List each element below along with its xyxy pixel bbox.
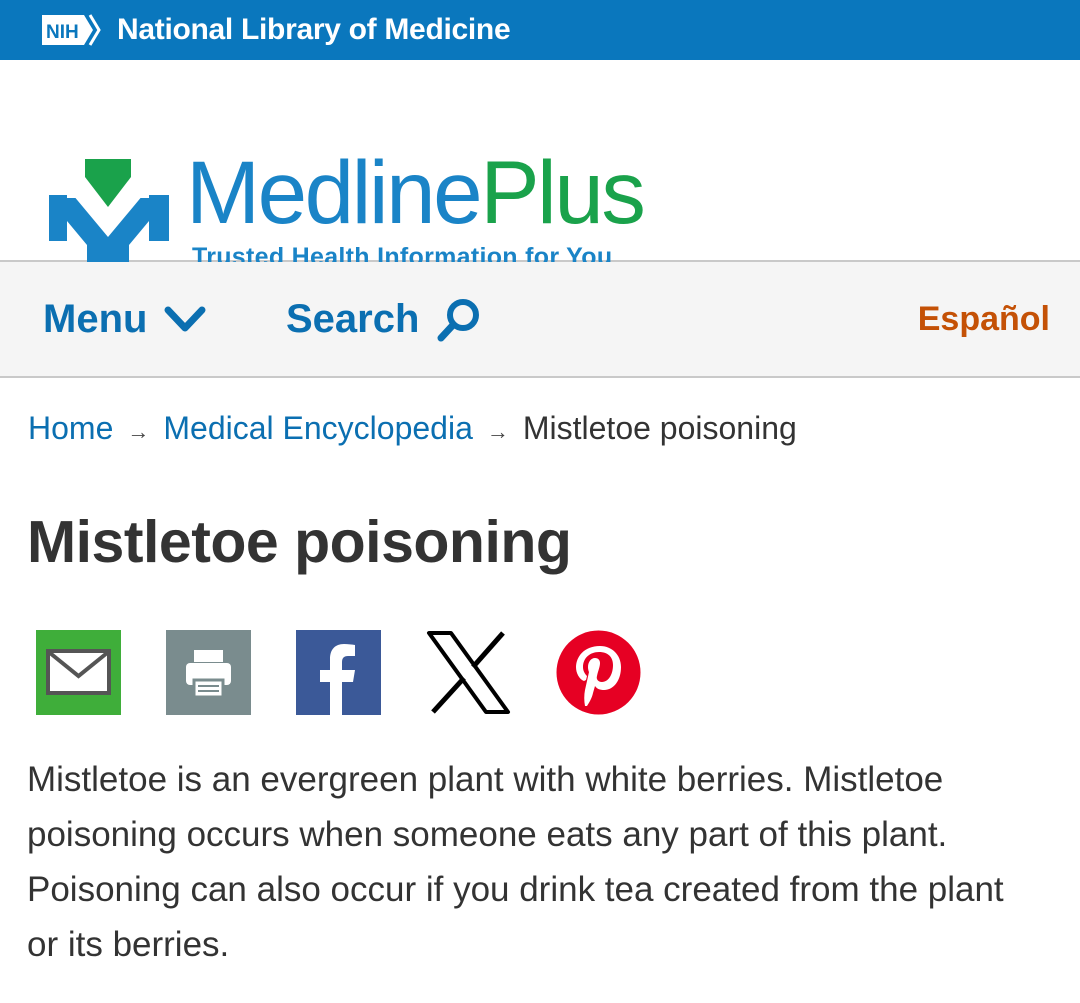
wordmark-medline: Medline <box>186 142 483 242</box>
share-bar <box>36 630 686 715</box>
chevron-down-icon <box>163 304 207 334</box>
email-icon <box>36 630 121 715</box>
x-icon <box>427 631 510 714</box>
search-icon <box>435 295 483 343</box>
nih-logo[interactable]: NIH <box>41 12 103 48</box>
search-label: Search <box>286 296 420 341</box>
nlm-title-link[interactable]: National Library of Medicine <box>117 13 511 47</box>
spanish-language-link[interactable]: Español <box>918 262 1050 376</box>
breadcrumb: Home → Medical Encyclopedia → Mistletoe … <box>28 410 797 447</box>
nlm-header-bar: NIH National Library of Medicine <box>0 0 1080 60</box>
breadcrumb-separator: → <box>127 419 150 444</box>
menu-label: Menu <box>43 296 148 341</box>
medlineplus-wordmark[interactable]: MedlinePlus <box>186 148 646 237</box>
page-title: Mistletoe poisoning <box>27 509 572 575</box>
email-share-button[interactable] <box>36 630 121 715</box>
breadcrumb-medical-encyclopedia[interactable]: Medical Encyclopedia <box>163 410 473 447</box>
main-navbar: Menu Search Español <box>0 262 1080 378</box>
nih-badge-text: NIH <box>46 22 79 43</box>
breadcrumb-current: Mistletoe poisoning <box>522 410 797 446</box>
print-button[interactable] <box>166 630 251 715</box>
pinterest-share-button[interactable] <box>556 630 641 715</box>
breadcrumb-separator: → <box>486 419 509 444</box>
facebook-share-button[interactable] <box>296 630 381 715</box>
wordmark-plus: Plus <box>480 142 646 242</box>
article-intro: Mistletoe is an evergreen plant with whi… <box>27 760 1004 964</box>
breadcrumb-home[interactable]: Home <box>28 410 113 447</box>
search-button[interactable]: Search <box>286 262 483 376</box>
brand-header: MedlinePlus Trusted Health Information f… <box>0 60 1080 279</box>
x-share-button[interactable] <box>426 630 511 715</box>
menu-button[interactable]: Menu <box>43 262 207 376</box>
print-icon <box>166 630 251 715</box>
facebook-icon <box>296 630 381 715</box>
pinterest-icon <box>556 630 641 715</box>
